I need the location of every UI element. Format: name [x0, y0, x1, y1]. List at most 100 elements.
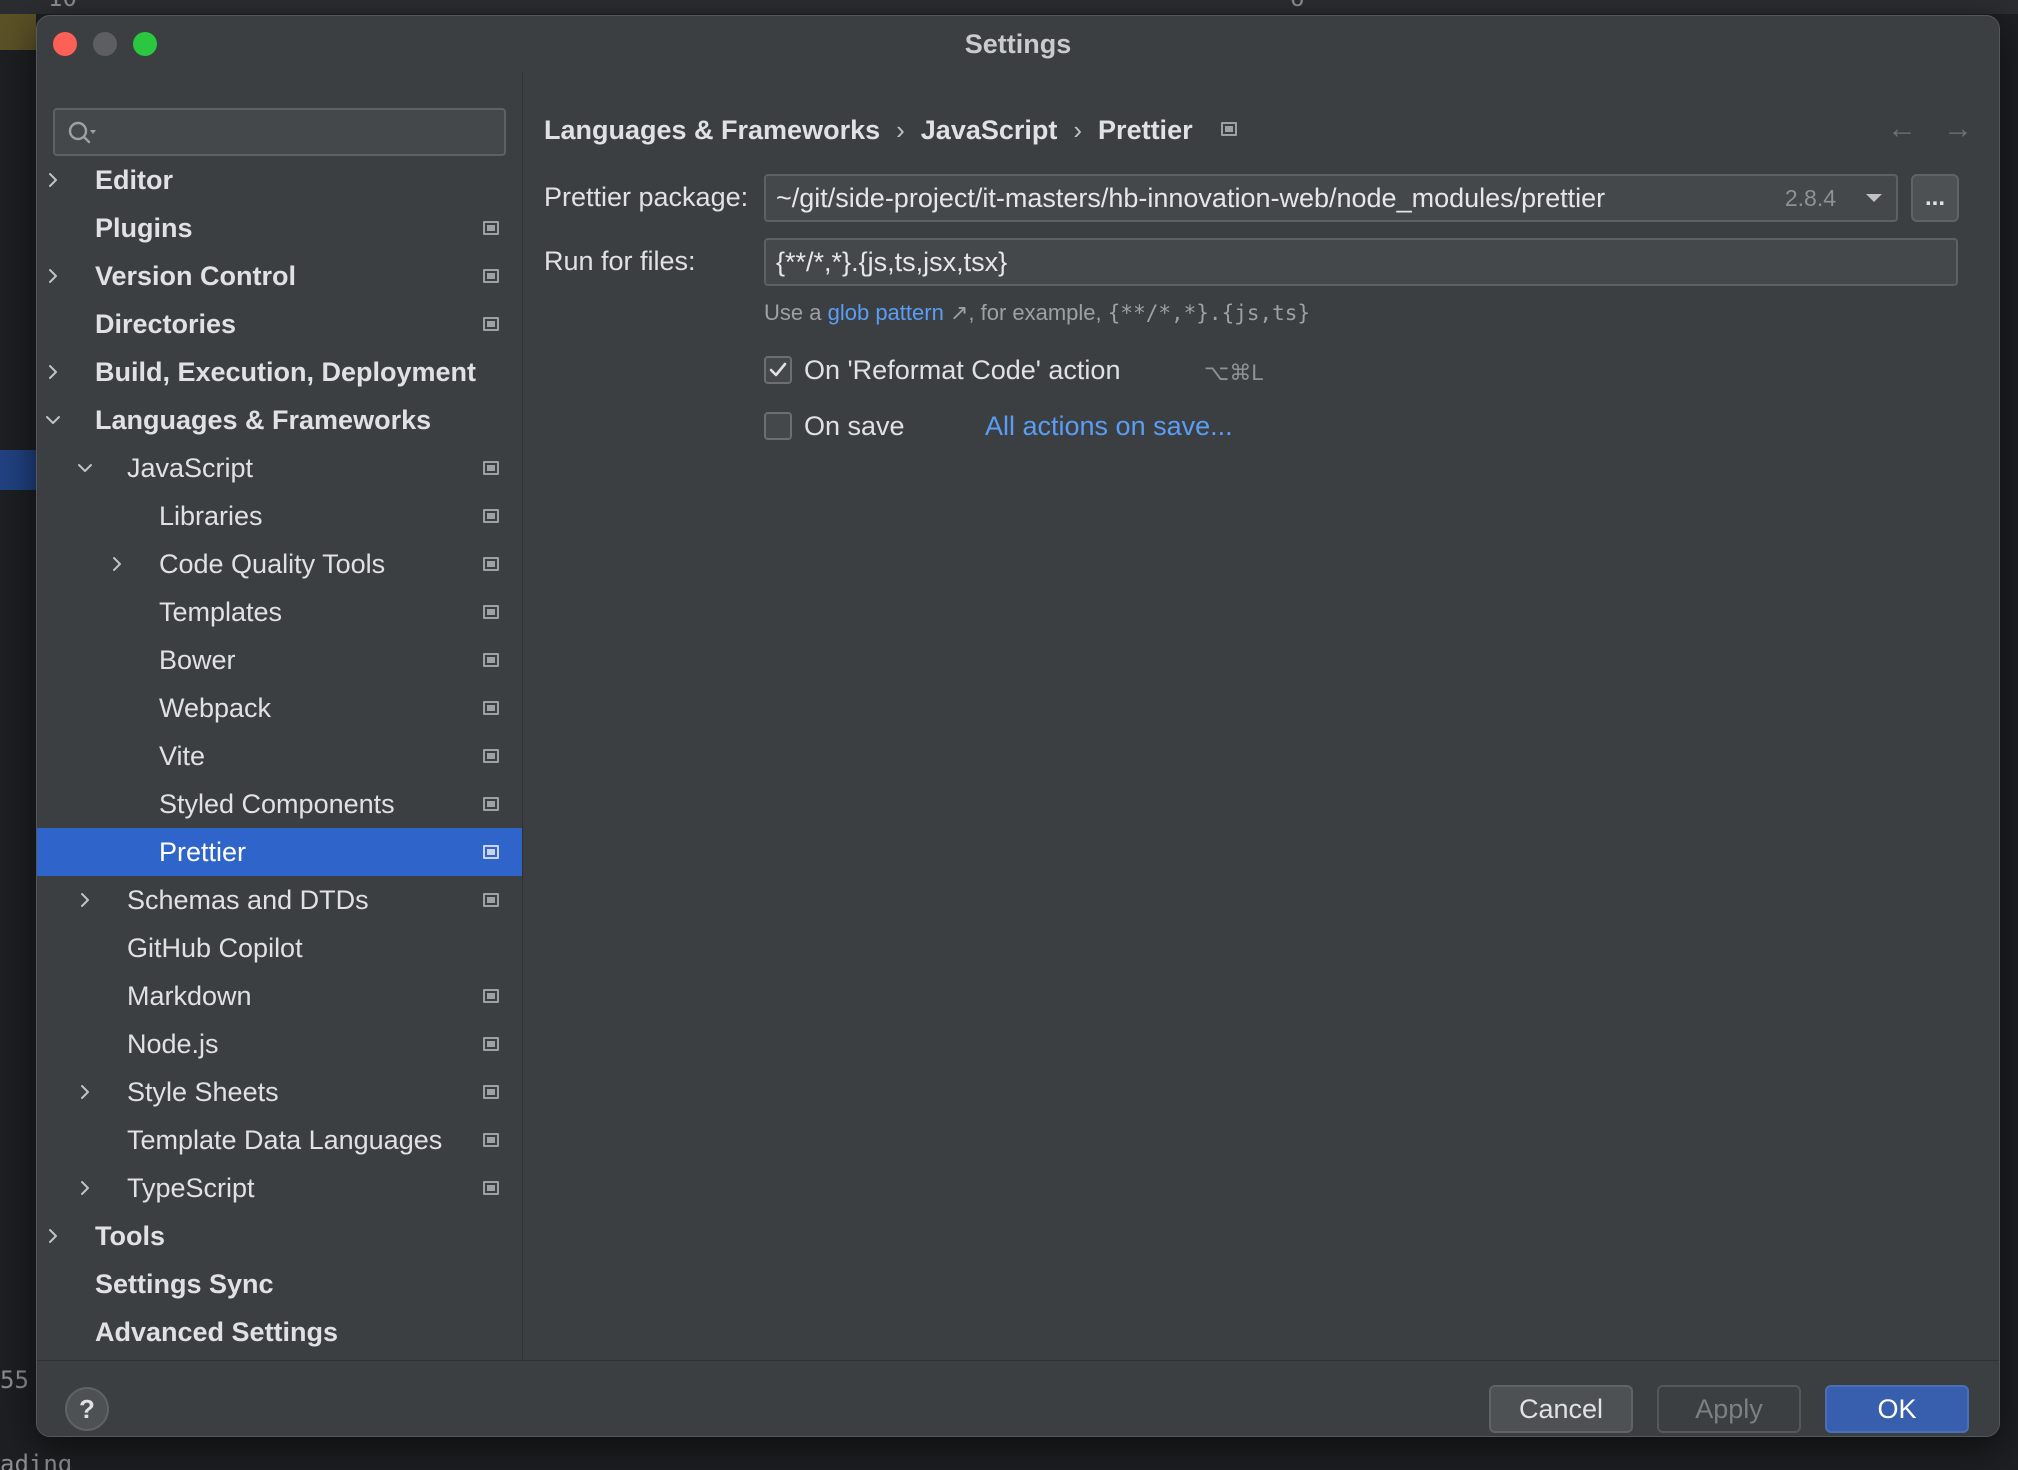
- close-window-button[interactable]: [53, 32, 77, 56]
- sidebar-item-template-data-languages[interactable]: Template Data Languages: [37, 1116, 522, 1164]
- breadcrumb-item[interactable]: JavaScript: [921, 115, 1058, 146]
- run-for-files-label: Run for files:: [544, 246, 696, 276]
- reformat-shortcut: ⌥⌘L: [1204, 360, 1264, 385]
- sidebar-item-vite[interactable]: Vite: [37, 732, 522, 780]
- glob-pattern-link[interactable]: glob pattern: [828, 300, 944, 325]
- browse-button[interactable]: ...: [1911, 174, 1959, 222]
- project-scope-icon: [483, 845, 499, 859]
- back-arrow-icon[interactable]: ←: [1887, 112, 1917, 146]
- apply-button[interactable]: Apply: [1657, 1385, 1801, 1433]
- chevron-right-icon[interactable]: [43, 266, 63, 286]
- run-for-files-value: {**/*,*}.{js,ts,jsx,tsx}: [776, 246, 1008, 277]
- sidebar-item-javascript[interactable]: JavaScript: [37, 444, 522, 492]
- background-status-text: ading: [0, 1450, 73, 1470]
- sidebar-item-style-sheets[interactable]: Style Sheets: [37, 1068, 522, 1116]
- chevron-right-icon[interactable]: [75, 890, 95, 910]
- sidebar-item-templates[interactable]: Templates: [37, 588, 522, 636]
- chevron-right-icon[interactable]: [43, 1226, 63, 1246]
- chevron-right-icon[interactable]: [107, 554, 127, 574]
- chevron-down-icon[interactable]: [43, 410, 63, 430]
- sidebar-item-editor[interactable]: Editor: [37, 156, 522, 204]
- sidebar-item-label: Bower: [159, 644, 236, 675]
- chevron-right-icon[interactable]: [75, 1082, 95, 1102]
- sidebar-item-label: Schemas and DTDs: [127, 884, 369, 915]
- sidebar-item-label: Editor: [95, 164, 173, 195]
- sidebar-item-label: Styled Components: [159, 788, 395, 819]
- sidebar-item-bower[interactable]: Bower: [37, 636, 522, 684]
- sidebar-item-label: Plugins: [95, 212, 193, 243]
- run-for-files-input[interactable]: {**/*,*}.{js,ts,jsx,tsx}: [764, 238, 1958, 286]
- breadcrumb-separator: ›: [896, 114, 905, 145]
- settings-content: Languages & Frameworks › JavaScript › Pr…: [524, 72, 1999, 1360]
- on-save-checkbox[interactable]: [764, 412, 792, 440]
- project-scope-icon: [483, 797, 499, 811]
- glob-hint: Use a glob pattern ↗, for example, {**/*…: [764, 300, 1310, 326]
- help-button[interactable]: ?: [65, 1387, 109, 1431]
- reformat-code-label[interactable]: On 'Reformat Code' action: [804, 355, 1120, 386]
- sidebar-item-label: Libraries: [159, 500, 263, 531]
- zoom-window-button[interactable]: [133, 32, 157, 56]
- sidebar-item-version-control[interactable]: Version Control: [37, 252, 522, 300]
- sidebar-item-settings-sync[interactable]: Settings Sync: [37, 1260, 522, 1308]
- background-line-number: 55: [0, 1366, 29, 1394]
- sidebar-item-label: Code Quality Tools: [159, 548, 386, 579]
- chevron-down-icon[interactable]: [75, 458, 95, 478]
- sidebar-item-tools[interactable]: Tools: [37, 1212, 522, 1260]
- window-title: Settings: [964, 28, 1072, 59]
- sidebar-item-advanced-settings[interactable]: Advanced Settings: [37, 1308, 522, 1356]
- project-scope-icon: [483, 269, 499, 283]
- hint-example: {**/*,*}.{js,ts}: [1107, 301, 1311, 325]
- chevron-right-icon[interactable]: [75, 1178, 95, 1198]
- sidebar-item-label: Languages & Frameworks: [95, 404, 432, 435]
- sidebar-item-styled-components[interactable]: Styled Components: [37, 780, 522, 828]
- sidebar-item-typescript[interactable]: TypeScript: [37, 1164, 522, 1212]
- sidebar-item-markdown[interactable]: Markdown: [37, 972, 522, 1020]
- sidebar-item-label: Template Data Languages: [127, 1124, 443, 1155]
- hint-middle: , for example,: [968, 300, 1102, 325]
- chevron-right-icon[interactable]: [43, 362, 63, 382]
- sidebar-item-libraries[interactable]: Libraries: [37, 492, 522, 540]
- sidebar-item-plugins[interactable]: Plugins: [37, 204, 522, 252]
- project-scope-icon: [483, 605, 499, 619]
- sidebar-item-label: Directories: [95, 308, 237, 339]
- chevron-down-icon: [1866, 194, 1882, 202]
- project-scope-icon: [483, 221, 499, 235]
- forward-arrow-icon[interactable]: →: [1943, 112, 1973, 146]
- sidebar-item-label: JavaScript: [127, 452, 254, 483]
- title-bar: Settings: [37, 16, 1999, 72]
- sidebar-item-code-quality-tools[interactable]: Code Quality Tools: [37, 540, 522, 588]
- breadcrumb-item[interactable]: Languages & Frameworks: [544, 115, 880, 146]
- reformat-code-checkbox[interactable]: [764, 356, 792, 384]
- sidebar-item-label: TypeScript: [127, 1172, 255, 1203]
- on-save-label[interactable]: On save: [804, 411, 905, 442]
- sidebar-item-webpack[interactable]: Webpack: [37, 684, 522, 732]
- sidebar-item-build-execution-deployment[interactable]: Build, Execution, Deployment: [37, 348, 522, 396]
- sidebar-item-github-copilot[interactable]: GitHub Copilot: [37, 924, 522, 972]
- sidebar-item-prettier[interactable]: Prettier: [37, 828, 522, 876]
- window-controls: [53, 32, 157, 56]
- sidebar-item-languages-frameworks[interactable]: Languages & Frameworks: [37, 396, 522, 444]
- sidebar-item-directories[interactable]: Directories: [37, 300, 522, 348]
- prettier-package-combobox[interactable]: ~/git/side-project/it-masters/hb-innovat…: [764, 174, 1854, 222]
- package-dropdown-button[interactable]: [1852, 174, 1898, 222]
- dialog-footer: ? Cancel Apply OK: [37, 1360, 1999, 1436]
- sidebar-item-schemas-and-dtds[interactable]: Schemas and DTDs: [37, 876, 522, 924]
- ok-button[interactable]: OK: [1825, 1385, 1969, 1433]
- sidebar-item-label: Style Sheets: [127, 1076, 279, 1107]
- project-scope-icon: [483, 557, 499, 571]
- sidebar-item-label: Version Control: [95, 260, 297, 291]
- background-line-number: 10: [48, 0, 77, 12]
- sidebar-item-label: Markdown: [127, 980, 252, 1011]
- project-scope-icon: [483, 989, 499, 1003]
- cancel-button[interactable]: Cancel: [1489, 1385, 1633, 1433]
- all-actions-on-save-link[interactable]: All actions on save...: [985, 411, 1233, 442]
- sidebar-item-label: Prettier: [159, 836, 247, 867]
- project-scope-icon: [483, 461, 499, 475]
- chevron-right-icon[interactable]: [43, 170, 63, 190]
- minimize-window-button[interactable]: [93, 32, 117, 56]
- project-scope-icon: [483, 1181, 499, 1195]
- settings-dialog: Settings Editor Plugins Version Control Dir…: [36, 15, 2000, 1437]
- settings-search-input[interactable]: [53, 108, 506, 156]
- checkmark-icon: [769, 362, 787, 377]
- sidebar-item-node-js[interactable]: Node.js: [37, 1020, 522, 1068]
